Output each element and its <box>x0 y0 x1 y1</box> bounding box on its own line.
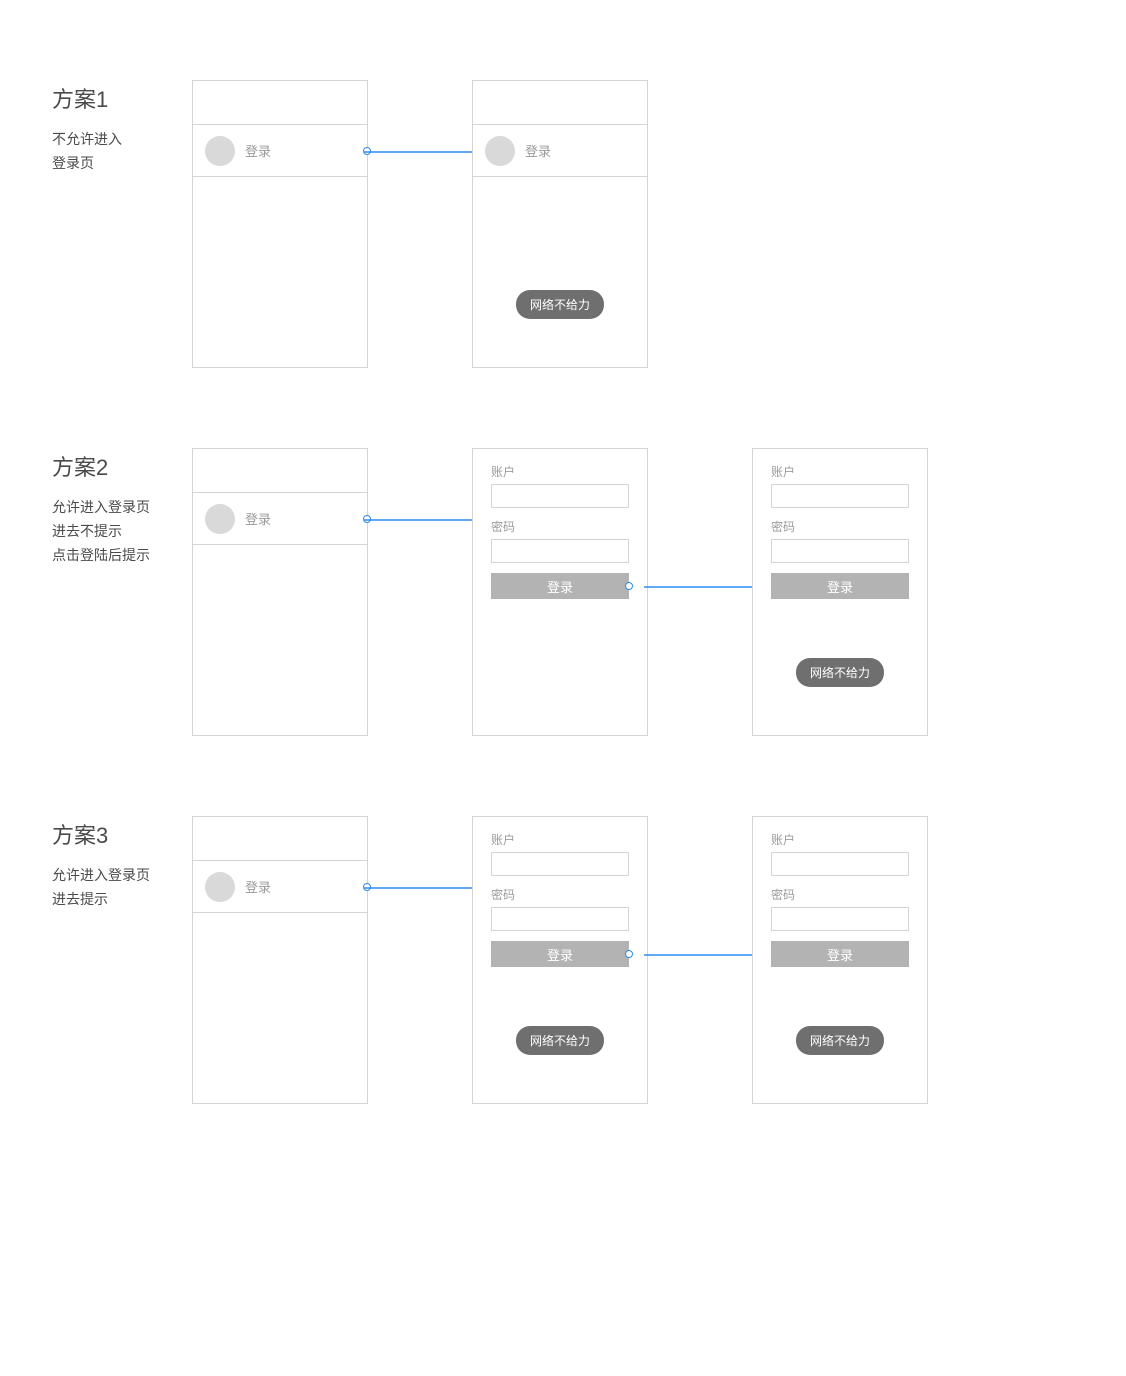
phone-header <box>193 81 367 125</box>
plan-2-desc: 允许进入登录页 进去不提示 点击登陆后提示 <box>52 496 192 567</box>
account-input[interactable] <box>491 852 629 876</box>
login-form: 账户 密码 登录 <box>473 817 647 967</box>
avatar-icon <box>485 136 515 166</box>
login-button[interactable]: 登录 <box>771 941 909 967</box>
plan-2-title: 方案2 <box>52 450 192 482</box>
password-input[interactable] <box>771 907 909 931</box>
plan-3-screen-a: 登录 <box>192 816 368 1104</box>
avatar-icon <box>205 504 235 534</box>
plan-3-label: 方案3 允许进入登录页 进去提示 <box>52 816 192 912</box>
plan-1-row: 方案1 不允许进入 登录页 登录 登录 <box>52 80 1126 368</box>
phone-header <box>193 817 367 861</box>
avatar-icon <box>205 872 235 902</box>
phone-header <box>473 81 647 125</box>
arrow-origin-dot <box>625 582 633 590</box>
plan-3-screen-c: 账户 密码 登录 网络不给力 <box>752 816 928 1104</box>
plan-2-screen-a: 登录 <box>192 448 368 736</box>
login-form: 账户 密码 登录 <box>753 817 927 967</box>
account-label: 账户 <box>771 831 909 848</box>
password-input[interactable] <box>491 539 629 563</box>
login-button[interactable]: 登录 <box>491 573 629 599</box>
plan-1-screens: 登录 登录 网络不给力 <box>192 80 648 368</box>
network-toast: 网络不给力 <box>516 290 604 319</box>
plan-1-title: 方案1 <box>52 82 192 114</box>
network-toast: 网络不给力 <box>796 658 884 687</box>
plan-1-screen-a: 登录 <box>192 80 368 368</box>
login-label: 登录 <box>245 877 271 896</box>
plan-1-label: 方案1 不允许进入 登录页 <box>52 80 192 176</box>
account-input[interactable] <box>491 484 629 508</box>
plan-2-screen-c: 账户 密码 登录 网络不给力 <box>752 448 928 736</box>
login-row[interactable]: 登录 <box>193 493 367 545</box>
password-label: 密码 <box>771 886 909 903</box>
network-toast: 网络不给力 <box>796 1026 884 1055</box>
password-label: 密码 <box>491 518 629 535</box>
plan-2-label: 方案2 允许进入登录页 进去不提示 点击登陆后提示 <box>52 448 192 567</box>
plan-3-row: 方案3 允许进入登录页 进去提示 登录 账户 密码 <box>52 816 1126 1104</box>
account-label: 账户 <box>771 463 909 480</box>
login-label: 登录 <box>245 141 271 160</box>
plan-3-desc: 允许进入登录页 进去提示 <box>52 864 192 912</box>
plan-1-screen-b: 登录 网络不给力 <box>472 80 648 368</box>
plan-2-screen-b: 账户 密码 登录 <box>472 448 648 736</box>
login-form: 账户 密码 登录 <box>753 449 927 599</box>
plan-3-screens: 登录 账户 密码 登录 网络不给力 <box>192 816 928 1104</box>
plan-2-screens: 登录 账户 密码 登录 <box>192 448 928 736</box>
login-row[interactable]: 登录 <box>193 861 367 913</box>
arrow-origin-dot <box>625 950 633 958</box>
login-label: 登录 <box>525 141 551 160</box>
login-button[interactable]: 登录 <box>771 573 909 599</box>
account-input[interactable] <box>771 484 909 508</box>
account-label: 账户 <box>491 831 629 848</box>
login-form: 账户 密码 登录 <box>473 449 647 599</box>
network-toast: 网络不给力 <box>516 1026 604 1055</box>
plan-3-screen-b: 账户 密码 登录 网络不给力 <box>472 816 648 1104</box>
login-label: 登录 <box>245 509 271 528</box>
login-row[interactable]: 登录 <box>193 125 367 177</box>
plan-1-desc: 不允许进入 登录页 <box>52 128 192 176</box>
account-input[interactable] <box>771 852 909 876</box>
phone-header <box>193 449 367 493</box>
login-button[interactable]: 登录 <box>491 941 629 967</box>
avatar-icon <box>205 136 235 166</box>
password-input[interactable] <box>771 539 909 563</box>
plan-2-row: 方案2 允许进入登录页 进去不提示 点击登陆后提示 登录 账户 <box>52 448 1126 736</box>
login-row[interactable]: 登录 <box>473 125 647 177</box>
password-label: 密码 <box>491 886 629 903</box>
plan-3-title: 方案3 <box>52 818 192 850</box>
account-label: 账户 <box>491 463 629 480</box>
password-input[interactable] <box>491 907 629 931</box>
password-label: 密码 <box>771 518 909 535</box>
